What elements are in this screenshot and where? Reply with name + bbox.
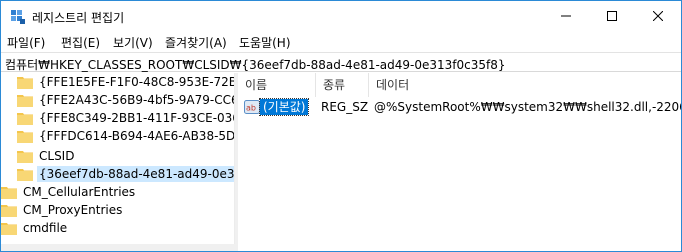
menu-view[interactable]: 보기(V): [113, 34, 153, 51]
folder-icon: [1, 203, 17, 217]
string-value-icon: ab: [244, 99, 260, 115]
column-header-name[interactable]: 이름: [238, 73, 316, 97]
key-tree[interactable]: {FFE1E5FE-F1F0-48C8-953E-72BA {FFE2A43C-…: [1, 73, 235, 251]
column-header-type[interactable]: 종류: [316, 73, 369, 97]
title-bar[interactable]: 레지스트리 편집기: [1, 1, 681, 32]
window-title: 레지스트리 편집기: [32, 11, 125, 25]
folder-icon: [17, 129, 33, 143]
folder-icon: [1, 185, 17, 199]
value-data: @%SystemRoot%₩₩system32₩₩shell32.dll,-22…: [374, 100, 682, 114]
menu-edit[interactable]: 편집(E): [61, 34, 100, 51]
maximize-icon: [607, 11, 617, 21]
folder-icon: [17, 75, 33, 89]
tree-item-label: {FFE8C349-2BB1-411F-93CE-036: [39, 111, 235, 125]
minimize-icon: [561, 15, 571, 17]
folder-icon: [17, 167, 33, 181]
value-type: REG_SZ: [321, 100, 369, 114]
folder-icon: [17, 93, 33, 107]
tree-item-label: CM_CellularEntries: [23, 185, 136, 199]
value-row[interactable]: ab (기본값) REG_SZ @%SystemRoot%₩₩system32₩…: [238, 97, 681, 117]
values-list[interactable]: 이름 종류 데이터 ab (기본값) REG_SZ @%SystemRoot%₩…: [238, 73, 681, 251]
tree-item-label: CM_ProxyEntries: [23, 203, 123, 217]
tree-item-label: {FFE1E5FE-F1F0-48C8-953E-72BA: [39, 75, 235, 89]
address-path[interactable]: 컴퓨터₩HKEY_CLASSES_ROOT₩CLSID₩{36eef7db-88…: [5, 56, 506, 73]
menu-bar: 파일(F) 편집(E) 보기(V) 즐겨찾기(A) 도움말(H): [1, 32, 681, 51]
svg-text:ab: ab: [246, 104, 256, 113]
tree-item-label: {FFFDC614-B694-4AE6-AB38-5D: [39, 129, 235, 143]
tree-item-label: {FFE2A43C-56B9-4bf5-9A79-CC6: [39, 93, 235, 107]
folder-icon: [1, 221, 17, 235]
close-icon: [653, 11, 663, 21]
tree-item-label: CLSID: [39, 149, 75, 163]
folder-icon: [17, 149, 33, 163]
registry-editor-icon: [10, 9, 26, 25]
tree-item-label: cmdfile: [23, 221, 68, 235]
folder-icon: [17, 111, 33, 125]
tree-horizontal-scrollbar[interactable]: [1, 244, 235, 251]
maximize-button[interactable]: [589, 1, 635, 31]
menu-file[interactable]: 파일(F): [7, 34, 45, 51]
menu-help[interactable]: 도움말(H): [239, 34, 291, 51]
close-button[interactable]: [635, 1, 681, 31]
address-bar[interactable]: 컴퓨터₩HKEY_CLASSES_ROOT₩CLSID₩{36eef7db-88…: [1, 52, 681, 72]
column-header-data[interactable]: 데이터: [369, 73, 681, 97]
minimize-button[interactable]: [543, 1, 589, 31]
value-name[interactable]: (기본값): [258, 98, 310, 116]
registry-editor-window: 레지스트리 편집기 파일(F) 편집(E) 보기(V) 즐겨찾기(A) 도움말(…: [0, 0, 682, 252]
menu-favorites[interactable]: 즐겨찾기(A): [165, 34, 227, 51]
tree-item-label: {36eef7db-88ad-4e81-ad49-0e31: [37, 166, 234, 182]
